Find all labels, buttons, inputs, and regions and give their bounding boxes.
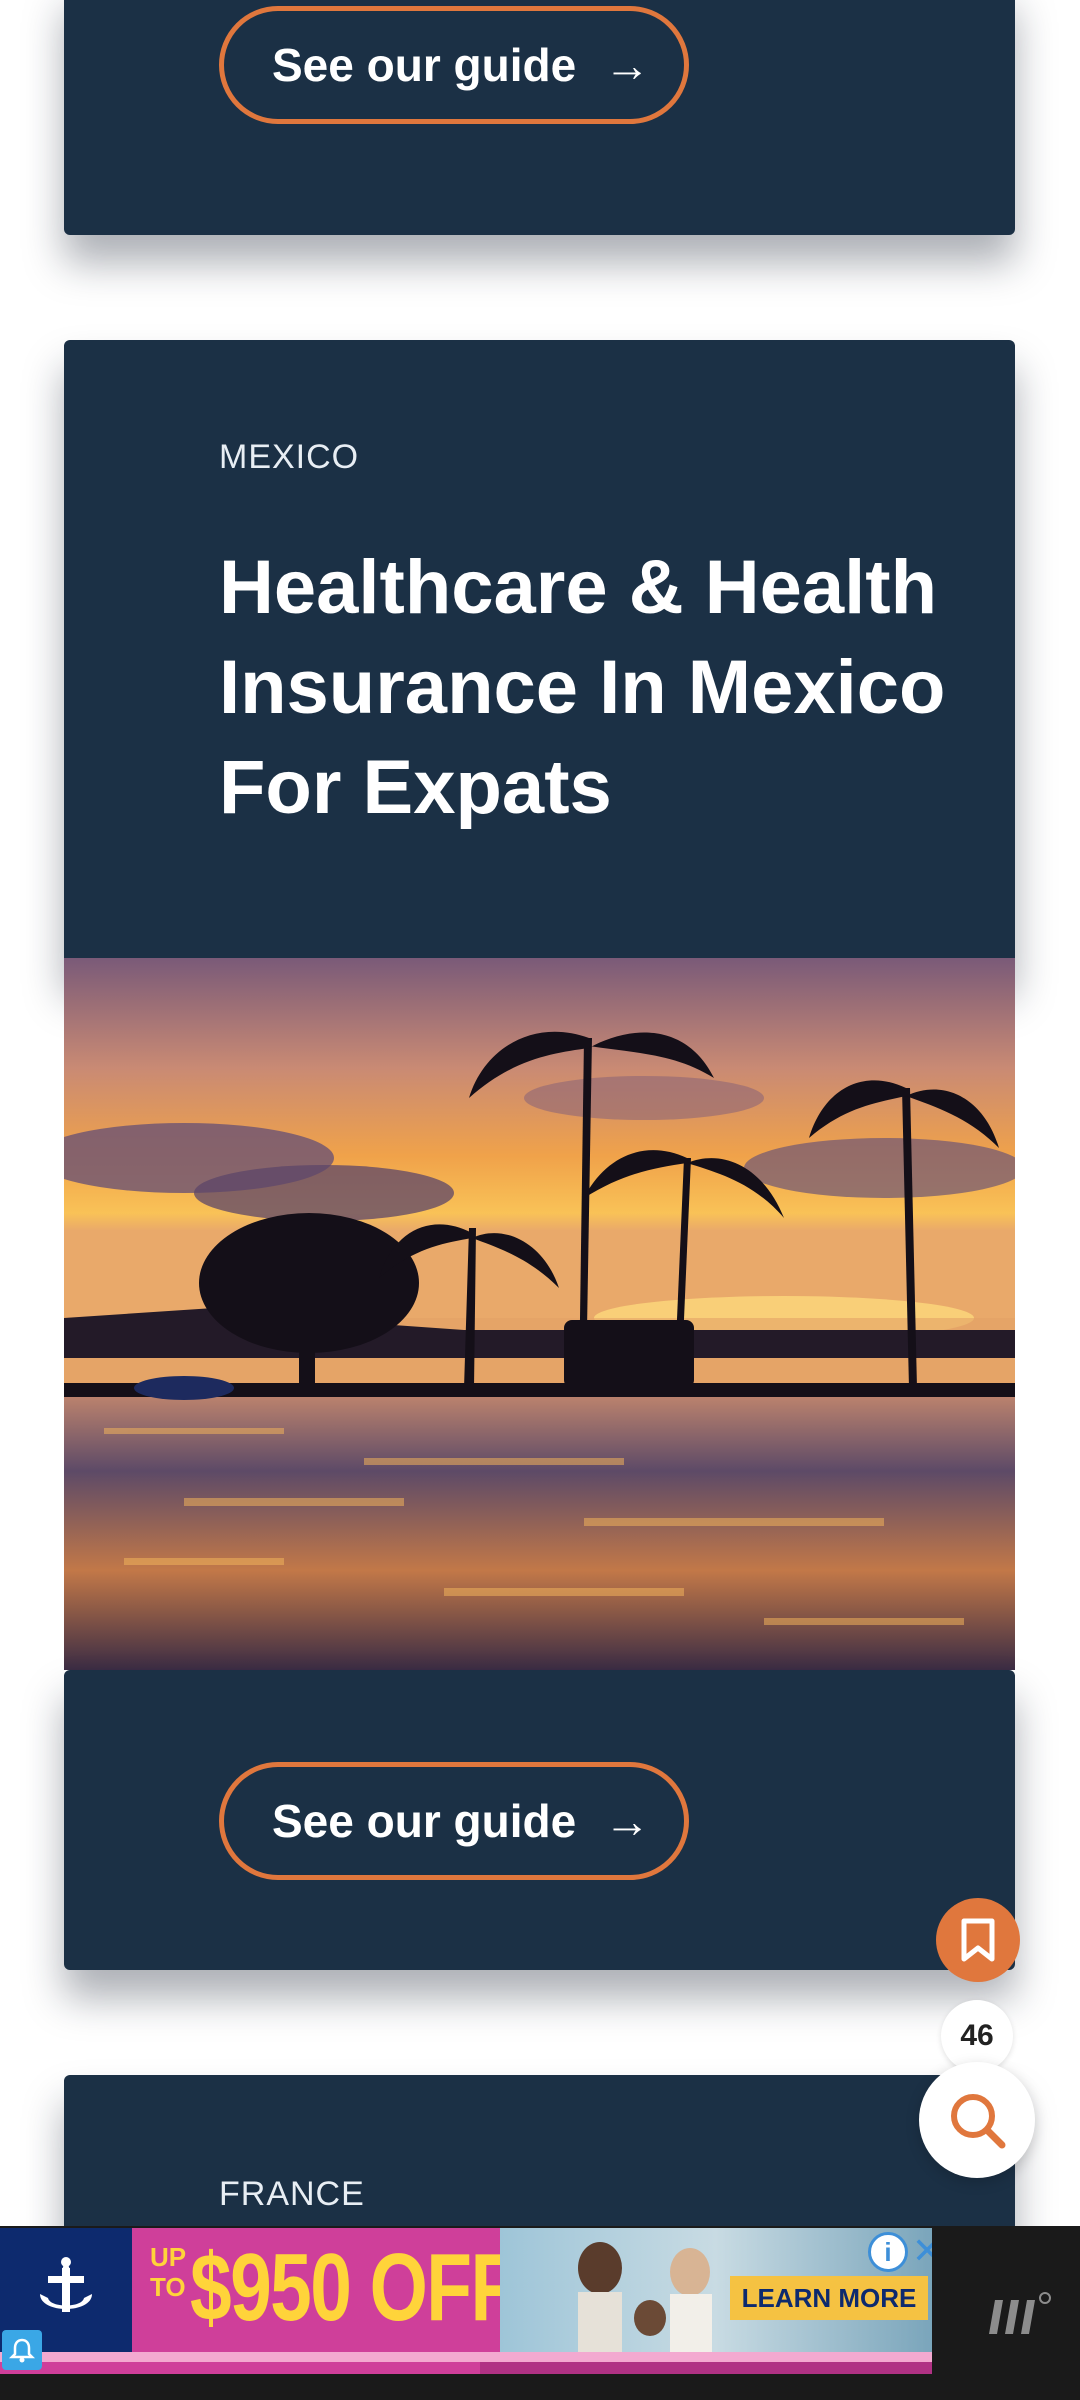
notification-bell-icon[interactable] [2, 2330, 42, 2370]
learn-more-button[interactable]: LEARN MORE [730, 2276, 928, 2320]
bookmark-icon [961, 1918, 995, 1962]
sunset-palm-trees-photo [64, 958, 1015, 1670]
guide-card-mexico-footer: See our guide → [64, 1670, 1015, 1970]
see-guide-button-mexico[interactable]: See our guide → [219, 1762, 689, 1880]
arrow-right-icon: → [604, 1795, 651, 1847]
ad-up-to-text: UP TO [150, 2242, 187, 2302]
bookmark-button[interactable] [936, 1898, 1020, 1982]
search-icon [951, 2094, 1006, 2149]
ad-close-icon[interactable]: ✕ [912, 2230, 932, 2272]
ad-price-text: $950 OFF [190, 2234, 516, 2341]
country-kicker: MEXICO [219, 438, 360, 476]
ad-stripe [0, 2352, 932, 2362]
arrow-right-icon: → [604, 39, 651, 91]
country-kicker: FRANCE [219, 2175, 365, 2213]
see-guide-label: See our guide [272, 39, 577, 91]
ad-network-logo-icon [985, 2290, 1055, 2352]
see-guide-button-top[interactable]: See our guide → [219, 6, 689, 124]
card-headline: Healthcare & Health Insurance In Mexico … [219, 545, 946, 830]
guide-card-mexico[interactable]: MEXICO Healthcare & Health Insurance In … [64, 340, 1015, 970]
ad-banner[interactable]: UP TO $950 OFF LEARN MORE i ✕ [0, 2228, 932, 2374]
guide-card-top: See our guide → [64, 0, 1015, 235]
see-guide-label: See our guide [272, 1795, 577, 1847]
search-button[interactable] [919, 2062, 1035, 2178]
ad-stripe-accent [480, 2362, 932, 2374]
ad-info-icon[interactable]: i [868, 2232, 908, 2272]
